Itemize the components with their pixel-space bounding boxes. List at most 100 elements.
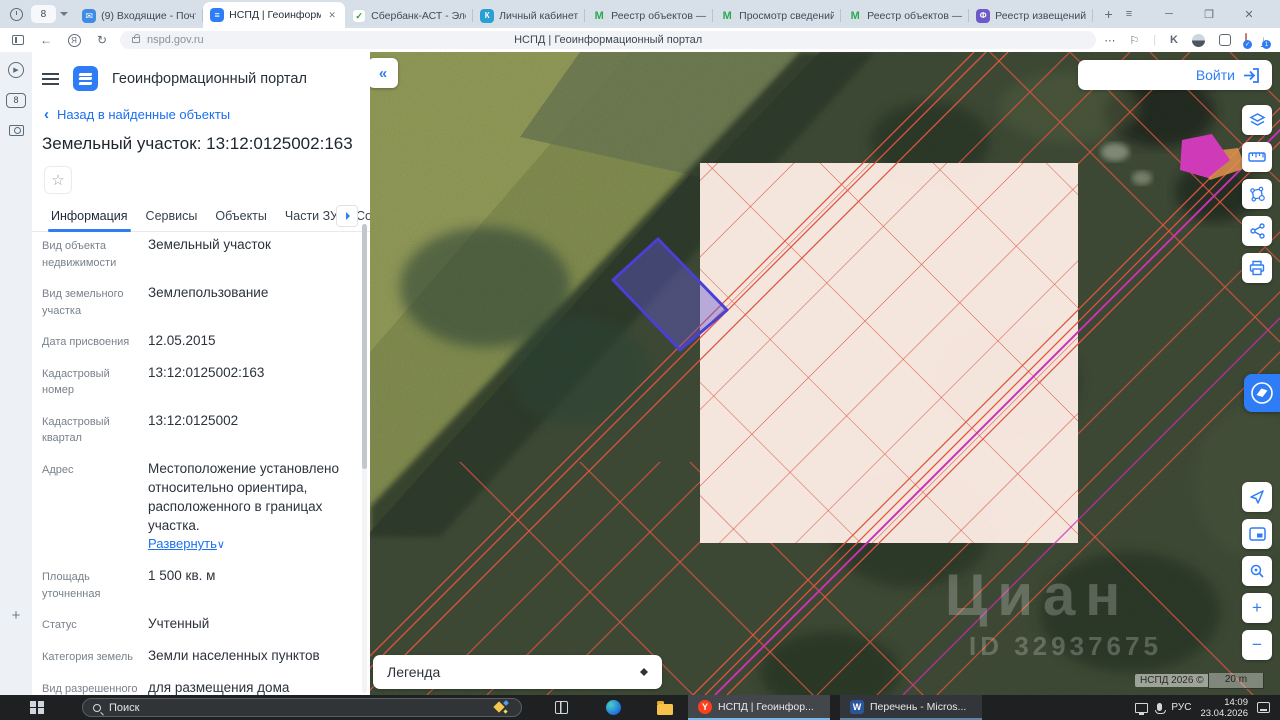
tab-counter[interactable]: 8 (6, 90, 26, 110)
menu-icon[interactable] (42, 72, 59, 85)
file-explorer-icon[interactable] (652, 697, 678, 719)
taskbar-task[interactable]: НСПД | Геоинфор... (688, 695, 830, 720)
tab-favicon-icon (720, 9, 734, 23)
minimap-button[interactable] (1242, 519, 1272, 549)
copilot-icon[interactable] (491, 699, 511, 716)
edge-icon[interactable] (600, 697, 626, 719)
browser-tab[interactable]: НСПД | Геоинформац ✕ (203, 2, 346, 28)
login-icon (1244, 67, 1259, 83)
taskbar-search[interactable]: Поиск (82, 698, 522, 717)
layers-button[interactable] (1242, 105, 1272, 135)
kaspersky-extension-icon[interactable]: K (1170, 34, 1178, 46)
browser-tab[interactable]: Сбербанк-АСТ - Электр ✕ (345, 4, 474, 28)
tab-group-caret-icon[interactable] (56, 5, 71, 23)
task-app-icon (850, 699, 864, 714)
panel-scrollbar[interactable] (362, 224, 367, 693)
browser-tab[interactable]: Реестр извещений ✕ (969, 4, 1093, 28)
yandex-home-icon[interactable]: Я (64, 30, 84, 50)
favorite-star-button[interactable]: ☆ (44, 166, 72, 194)
back-to-results-link[interactable]: ‹ Назад в найденные объекты (44, 107, 370, 122)
app-title: Геоинформационный портал (112, 70, 307, 87)
search-location-button[interactable] (1242, 556, 1272, 586)
browser-tab[interactable]: Личный кабинет ✕ (473, 4, 586, 28)
reload-icon[interactable]: ↻ (92, 30, 112, 50)
attribute-row: Вид разрешенного использования для разме… (42, 679, 362, 695)
clock[interactable]: 14:09 23.04.2026 (1200, 697, 1248, 719)
share-button[interactable] (1242, 216, 1272, 246)
map-attribution: НСПД 2026 © (1135, 674, 1209, 687)
restore-button[interactable]: ❐ (1200, 5, 1218, 23)
page-report-icon[interactable]: ✓ (1243, 33, 1252, 49)
screenshot-icon[interactable] (6, 120, 26, 140)
alice-extension-icon[interactable] (1192, 33, 1205, 47)
tab-title: Сбербанк-АСТ - Электр (371, 10, 466, 22)
assistant-button[interactable] (1244, 374, 1280, 412)
bookmark-icon[interactable]: ⚐ (1129, 34, 1139, 47)
video-icon[interactable]: ▶ (6, 60, 26, 80)
attribute-label: Статус (42, 619, 77, 632)
close-window-button[interactable]: ✕ (1240, 5, 1258, 23)
chevron-left-icon: ‹ (44, 106, 49, 123)
new-tab-button[interactable]: + (1097, 2, 1120, 26)
browser-tab[interactable]: Реестр объектов — Спи ✕ (585, 4, 714, 28)
page-title-centered: НСПД | Геоинформационный портал (514, 34, 703, 46)
downloads-icon[interactable]: ↓1 (1261, 34, 1271, 49)
tab-title: (9) Входящие - Почта М (101, 10, 196, 22)
map-scale: 20 m (1208, 673, 1264, 689)
attribute-row: Вид земельного участка Землепользование (42, 284, 362, 319)
taskbar-task[interactable]: Перечень - Micros... (840, 695, 982, 720)
tab-group-chip[interactable]: 8 (31, 5, 56, 23)
legend-select[interactable]: Легенда (373, 655, 662, 689)
history-icon[interactable] (6, 3, 27, 25)
area-measure-button[interactable] (1242, 179, 1272, 209)
browser-tab[interactable]: Просмотр сведений ЕГР ✕ (713, 4, 842, 28)
tab-title: НСПД | Геоинформац (229, 9, 322, 21)
window-controls: ≡ ─ ❐ ✕ (1120, 5, 1280, 23)
tab-title: Личный кабинет (499, 10, 579, 22)
scrollbar-thumb[interactable] (362, 224, 367, 469)
more-actions-icon[interactable]: ⋯ (1104, 34, 1115, 47)
microphone-icon[interactable] (1155, 702, 1167, 714)
zoom-out-button[interactable]: − (1242, 630, 1272, 660)
expand-link[interactable]: Развернуть (148, 536, 225, 551)
cadastral-quarter-area[interactable] (700, 163, 1078, 543)
task-view-button[interactable] (548, 697, 574, 719)
attribute-label: Дата присвоения (42, 336, 130, 348)
network-icon[interactable] (1135, 702, 1149, 715)
side-panel-icon[interactable] (8, 30, 28, 50)
panel-header: Геоинформационный портал (32, 52, 370, 91)
cadastral-map-canvas[interactable] (370, 52, 1280, 695)
start-button[interactable] (30, 700, 44, 715)
tab-title: Реестр объектов — Спи (611, 10, 707, 22)
tab-favicon-icon (480, 9, 495, 23)
attribute-label: Вид разрешенного использования (42, 683, 138, 695)
print-button[interactable] (1242, 253, 1272, 283)
language-indicator[interactable]: РУС (1171, 702, 1191, 713)
login-label: Войти (1195, 67, 1235, 83)
zoom-in-button[interactable]: + (1242, 593, 1272, 623)
browser-tab[interactable]: (9) Входящие - Почта М ✕ (75, 4, 204, 28)
minimize-button[interactable]: ─ (1160, 5, 1178, 23)
url-field[interactable]: nspd.gov.ru НСПД | Геоинформационный пор… (120, 31, 1097, 49)
site-security-icon[interactable] (132, 34, 140, 43)
ruler-button[interactable] (1242, 142, 1272, 172)
extension-icon[interactable] (1219, 34, 1231, 46)
notification-center-icon[interactable] (1257, 702, 1270, 713)
attribute-row: Категория земель Земли населенных пункто… (42, 647, 362, 666)
rail-add-icon[interactable]: + (6, 605, 26, 625)
browser-tab[interactable]: Реестр объектов — Спи ✕ (841, 4, 970, 28)
collapse-panel-button[interactable]: « (370, 58, 398, 88)
login-bar[interactable]: Войти (1078, 60, 1272, 90)
map-area[interactable]: Циан ID 32937675 « Войти + − Легенда НСП… (370, 52, 1280, 695)
tab-favicon-icon (210, 8, 225, 22)
browser-menu-icon[interactable]: ≡ (1120, 5, 1138, 23)
attribute-label: Кадастровый номер (42, 367, 110, 397)
address-bar: ← Я ↻ nspd.gov.ru НСПД | Геоинформационн… (0, 28, 1280, 52)
task-title: НСПД | Геоинфор... (718, 700, 814, 713)
attribute-value: 12.05.2015 (148, 333, 216, 348)
locate-button[interactable] (1242, 482, 1272, 512)
tab-close-icon[interactable]: ✕ (326, 9, 338, 21)
attribute-value: Землепользование (148, 285, 269, 300)
attribute-value: 1 500 кв. м (148, 568, 216, 584)
back-icon[interactable]: ← (36, 30, 56, 50)
